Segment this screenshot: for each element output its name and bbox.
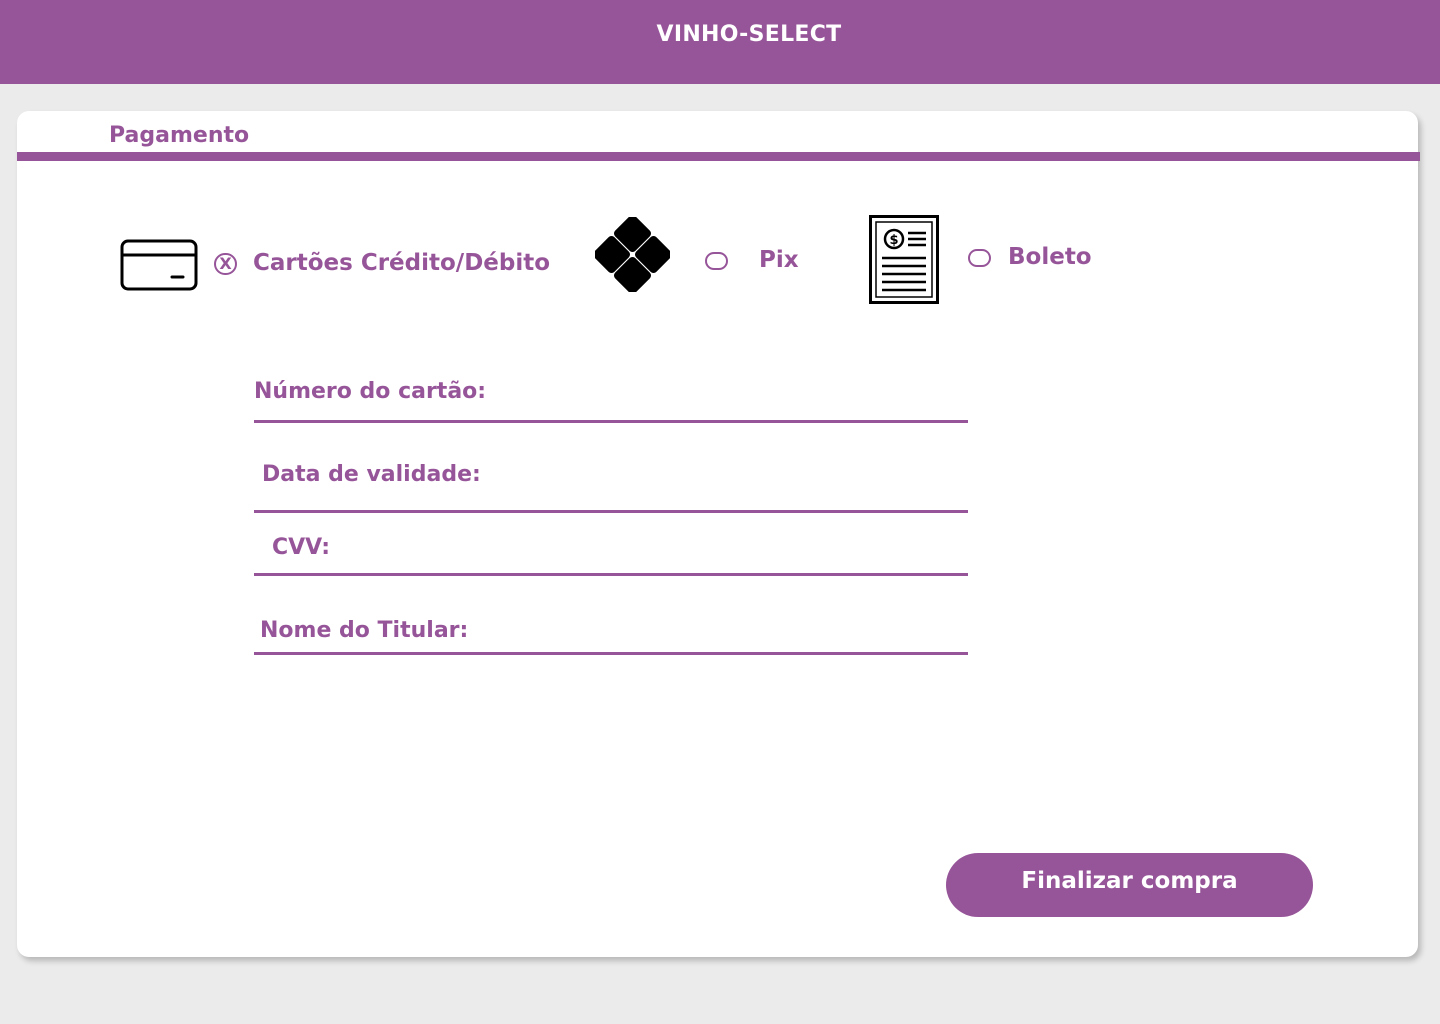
- card-radio[interactable]: X: [214, 253, 237, 275]
- cvv-label: CVV:: [272, 535, 331, 560]
- payment-card: Pagamento X Cartões Crédito/Débito Pix $…: [17, 111, 1420, 957]
- boleto-radio[interactable]: [968, 249, 991, 267]
- expiry-label: Data de validade:: [262, 462, 481, 487]
- pix-radio[interactable]: [705, 252, 728, 270]
- card-option-label[interactable]: Cartões Crédito/Débito: [253, 250, 550, 276]
- pix-option-label[interactable]: Pix: [759, 247, 799, 273]
- section-title: Pagamento: [109, 123, 250, 148]
- top-bar: VINHO-SELECT: [0, 0, 1440, 84]
- cvv-field[interactable]: [254, 573, 968, 576]
- boleto-option-label[interactable]: Boleto: [1008, 244, 1092, 270]
- section-divider: [17, 152, 1420, 161]
- app-title: VINHO-SELECT: [656, 22, 842, 47]
- holder-name-field[interactable]: [254, 652, 968, 655]
- card-number-field[interactable]: [254, 420, 968, 423]
- expiry-field[interactable]: [254, 510, 968, 513]
- pix-icon: [595, 217, 670, 292]
- svg-text:$: $: [889, 233, 898, 248]
- card-radio-mark: X: [219, 254, 232, 273]
- finalize-purchase-button[interactable]: Finalizar compra: [946, 853, 1313, 917]
- boleto-document-icon: $: [869, 215, 939, 304]
- card-number-label: Número do cartão:: [254, 379, 487, 404]
- holder-name-label: Nome do Titular:: [260, 618, 469, 643]
- credit-card-icon: [120, 239, 198, 291]
